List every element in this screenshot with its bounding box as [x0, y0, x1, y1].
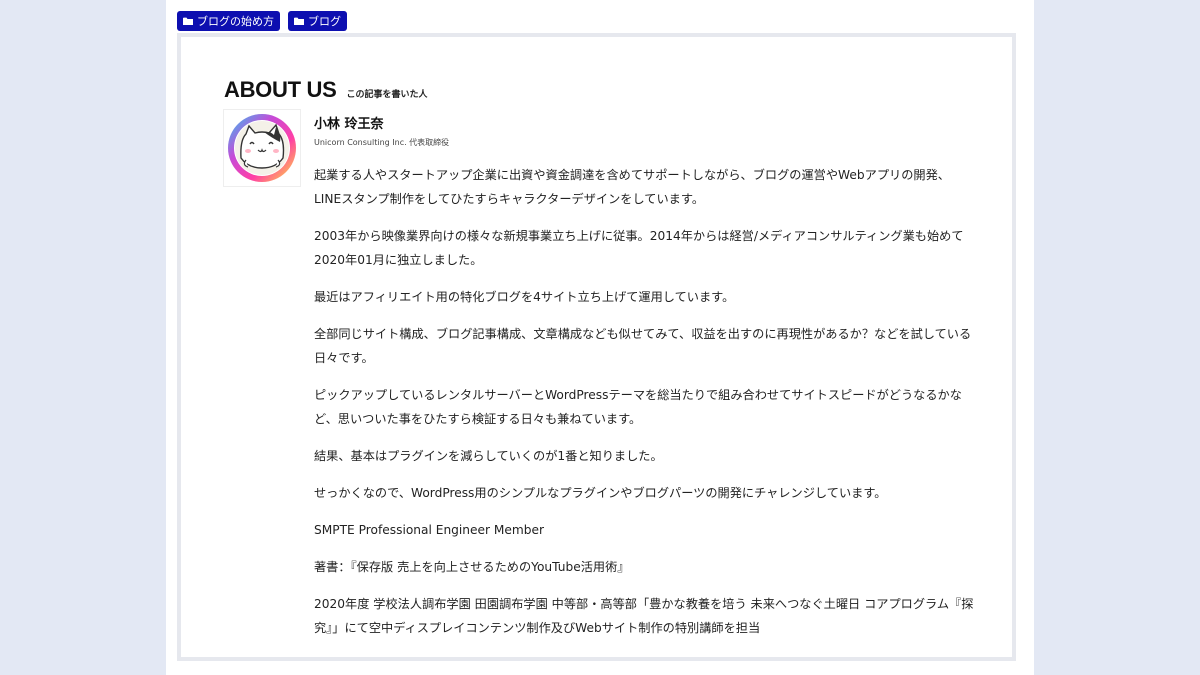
page: ブログの始め方 ブログ ABOUT US この記事を書いた人 小林 玲王奈 Un…	[166, 0, 1034, 675]
category-tags: ブログの始め方 ブログ	[177, 11, 347, 31]
cat-avatar-icon	[228, 114, 296, 182]
bio-paragraph: 最近はアフィリエイト用の特化ブログを4サイト立ち上げて運用しています。	[314, 290, 735, 304]
bio-paragraph: 全部同じサイト構成、ブログ記事構成、文章構成なども似せてみて、収益を出すのに再現…	[314, 327, 972, 365]
author-role: Unicorn Consulting Inc. 代表取締役	[314, 138, 450, 147]
bio-paragraph: 2020年度 学校法人調布学園 田園調布学園 中等部・高等部「豊かな教養を培う …	[314, 597, 974, 635]
about-title: ABOUT US	[224, 77, 337, 102]
bio-paragraph: 2003年から映像業界向けの様々な新規事業立ち上げに従事。2014年からは経営/…	[314, 229, 964, 267]
author-name: 小林 玲王奈	[314, 117, 384, 132]
about-heading: ABOUT US この記事を書いた人	[224, 77, 428, 103]
author-bio: 起業する人やスタートアップ企業に出資や資金調達を含めてサポートしながら、ブログの…	[314, 163, 974, 653]
folder-icon	[294, 17, 304, 25]
bio-paragraph: SMPTE Professional Engineer Member	[314, 523, 545, 537]
tag-label: ブログの始め方	[197, 15, 274, 28]
tag-blog-start[interactable]: ブログの始め方	[177, 11, 280, 31]
bio-paragraph: せっかくなので、WordPress用のシンプルなプラグインやブログパーツの開発に…	[314, 486, 887, 500]
bio-paragraph: 著書：『保存版 売上を向上させるためのYouTube活用術』	[314, 560, 630, 574]
tag-blog[interactable]: ブログ	[288, 11, 347, 31]
bio-paragraph: ピックアップしているレンタルサーバーとWordPressテーマを総当たりで組み合…	[314, 388, 962, 426]
about-author-box: ABOUT US この記事を書いた人 小林 玲王奈 Unicorn Consul…	[177, 33, 1016, 661]
author-avatar[interactable]	[224, 110, 300, 186]
folder-icon	[183, 17, 193, 25]
bio-paragraph: 起業する人やスタートアップ企業に出資や資金調達を含めてサポートしながら、ブログの…	[314, 168, 950, 206]
bio-paragraph: 結果、基本はプラグインを減らしていくのが1番と知りました。	[314, 449, 663, 463]
about-subtitle: この記事を書いた人	[346, 90, 428, 100]
tag-label: ブログ	[308, 15, 341, 28]
